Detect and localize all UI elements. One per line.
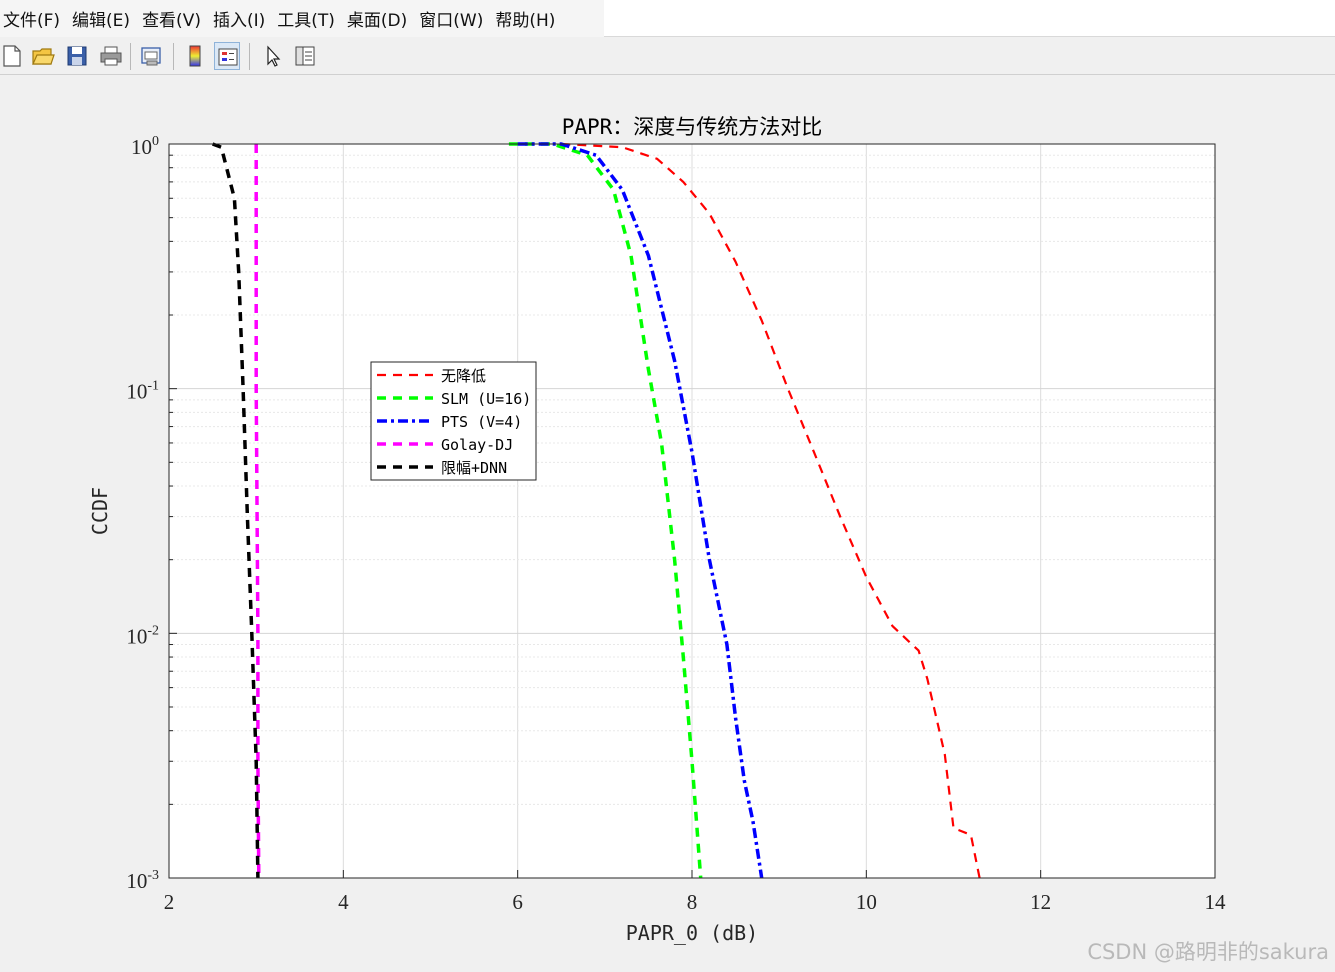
colorbar-icon[interactable] — [182, 42, 208, 70]
legend-icon[interactable] — [214, 42, 240, 70]
print-icon[interactable] — [98, 42, 124, 70]
menu-file[interactable]: 文件(F) — [0, 6, 69, 31]
menu-bar: 文件(F) 编辑(E) 查看(V) 插入(I) 工具(T) 桌面(D) 窗口(W… — [0, 0, 1335, 37]
legend-label: PTS (V=4) — [441, 413, 522, 431]
menu-insert[interactable]: 插入(I) — [210, 6, 274, 31]
menu-window[interactable]: 窗口(W) — [416, 6, 492, 31]
legend-label: SLM (U=16) — [441, 390, 531, 408]
menu-desktop[interactable]: 桌面(D) — [344, 6, 416, 31]
watermark: CSDN @路明非的sakura — [1087, 940, 1329, 964]
toolbar-separator — [173, 43, 174, 70]
chart-title: PAPR：深度与传统方法对比 — [562, 115, 823, 139]
menu-items: 文件(F) 编辑(E) 查看(V) 插入(I) 工具(T) 桌面(D) 窗口(W… — [0, 0, 604, 37]
x-axis-label: PAPR_0 (dB) — [626, 921, 758, 945]
menu-tools[interactable]: 工具(T) — [274, 6, 344, 31]
toolbar-separator — [130, 43, 131, 70]
x-tick-label: 2 — [164, 890, 175, 914]
y-tick-label: 10-3 — [126, 868, 159, 893]
y-tick-label: 100 — [131, 134, 159, 159]
x-tick-label: 4 — [338, 890, 349, 914]
legend[interactable]: 无降低 SLM (U=16) PTS (V=4) Golay-DJ 限幅+DNN — [370, 361, 537, 481]
chart-figure: 2 4 6 8 10 12 14 100 10-1 10-2 10-3 PAPR：深度与传统方法对比… — [88, 115, 1227, 945]
save-icon[interactable] — [64, 42, 90, 70]
y-tick-label: 10-1 — [126, 379, 159, 404]
x-tick-label: 6 — [512, 890, 523, 914]
property-editor-icon[interactable] — [292, 42, 318, 70]
print-preview-icon[interactable] — [139, 42, 165, 70]
x-tick-label: 8 — [687, 890, 698, 914]
x-tick-label: 12 — [1030, 890, 1051, 914]
x-tick-label: 14 — [1205, 890, 1227, 914]
legend-label: Golay-DJ — [441, 436, 513, 454]
pointer-icon[interactable] — [259, 42, 285, 70]
menu-help[interactable]: 帮助(H) — [492, 6, 564, 31]
x-tick-label: 10 — [856, 890, 877, 914]
menu-view[interactable]: 查看(V) — [139, 6, 210, 31]
y-axis-label: CCDF — [88, 487, 112, 535]
toolbar-separator — [249, 43, 250, 70]
menu-edit[interactable]: 编辑(E) — [69, 6, 139, 31]
y-tick-label: 10-2 — [126, 623, 159, 648]
toolbar — [0, 38, 1335, 75]
open-folder-icon[interactable] — [30, 42, 56, 70]
legend-label: 限幅+DNN — [441, 459, 507, 477]
legend-label: 无降低 — [441, 367, 486, 385]
new-file-icon[interactable] — [0, 42, 26, 70]
